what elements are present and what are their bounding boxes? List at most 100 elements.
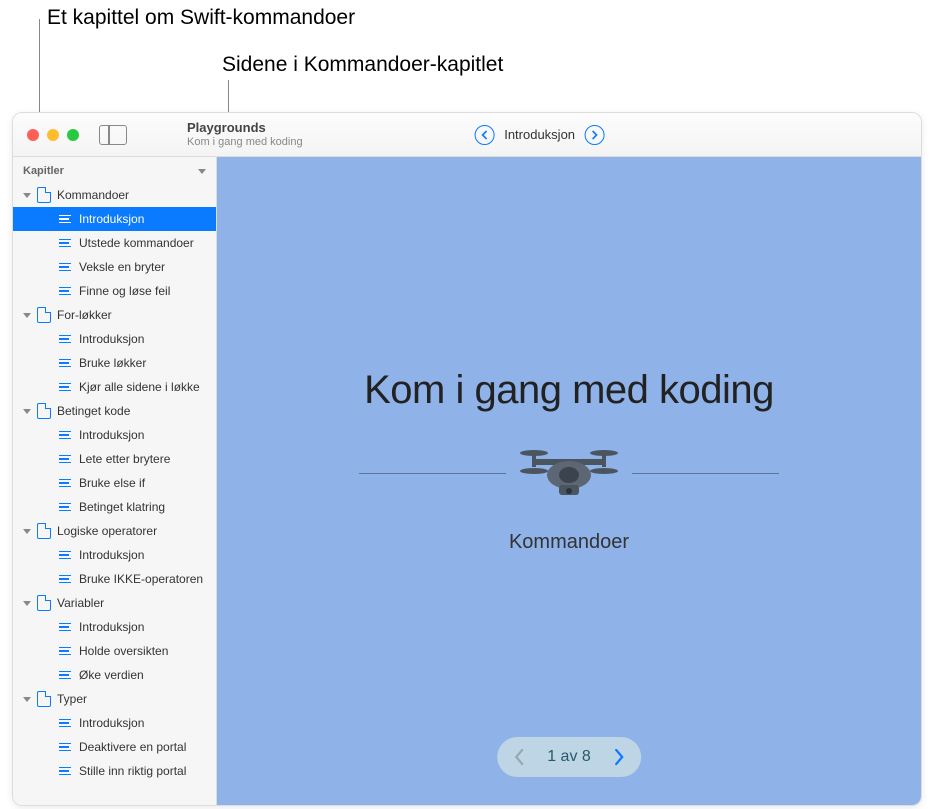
pager-text: 1 av 8 [543, 748, 595, 766]
page-title: Bruke IKKE-operatoren [79, 572, 203, 586]
nav-current-title: Introduksjon [504, 127, 575, 142]
page-title: Introduksjon [79, 212, 144, 226]
page-title: Introduksjon [79, 428, 144, 442]
page-title: Introduksjon [79, 716, 144, 730]
top-nav: Introduksjon [474, 125, 605, 145]
page-row[interactable]: Introduksjon [13, 615, 216, 639]
callout-chapter-text: Et kapittel om Swift-kommandoer [47, 6, 355, 30]
page-icon [59, 263, 71, 272]
chapter-title: Betinget kode [57, 404, 130, 418]
toolbar: Playgrounds Kom i gang med koding Introd… [13, 113, 921, 157]
page-icon [59, 503, 71, 512]
chapter-row[interactable]: Typer [13, 687, 216, 711]
page-title: Bruke else if [79, 476, 145, 490]
pager-prev-button[interactable] [505, 743, 533, 771]
fullscreen-window-button[interactable] [67, 129, 79, 141]
chapter-icon [37, 595, 51, 611]
page-row[interactable]: Introduksjon [13, 327, 216, 351]
page-title: Introduksjon [79, 548, 144, 562]
close-window-button[interactable] [27, 129, 39, 141]
page-row[interactable]: Utstede kommandoer [13, 231, 216, 255]
app-subtitle: Kom i gang med koding [187, 136, 303, 149]
page-row[interactable]: Deaktivere en portal [13, 735, 216, 759]
chapter-icon [37, 187, 51, 203]
chapter-row[interactable]: Variabler [13, 591, 216, 615]
sidebar-header-label: Kapitler [23, 165, 64, 177]
nav-next-button[interactable] [585, 125, 605, 145]
page-row[interactable]: Introduksjon [13, 543, 216, 567]
pager: 1 av 8 [497, 737, 641, 777]
chapter-title: Logiske operatorer [57, 524, 157, 538]
chapter-row[interactable]: Betinget kode [13, 399, 216, 423]
sidebar-toggle-button[interactable] [99, 125, 127, 145]
minimize-window-button[interactable] [47, 129, 59, 141]
chapter-row[interactable]: Logiske operatorer [13, 519, 216, 543]
page-title: Kjør alle sidene i løkke [79, 380, 200, 394]
divider-left [359, 473, 506, 474]
disclosure-triangle-icon [23, 529, 31, 534]
page-title: Betinget klatring [79, 500, 165, 514]
page-title: Holde oversikten [79, 644, 168, 658]
page-row[interactable]: Betinget klatring [13, 495, 216, 519]
page-icon [59, 623, 71, 632]
disclosure-triangle-icon [23, 313, 31, 318]
chapter-row[interactable]: For-løkker [13, 303, 216, 327]
disclosure-triangle-icon [23, 697, 31, 702]
page-icon [59, 575, 71, 584]
chevron-right-icon [592, 130, 599, 140]
page-row[interactable]: Holde oversikten [13, 639, 216, 663]
page-row[interactable]: Veksle en bryter [13, 255, 216, 279]
content-area: Kom i gang med koding [217, 157, 921, 805]
drone-icon [514, 443, 624, 503]
pager-next-button[interactable] [605, 743, 633, 771]
chapter-title: Variabler [57, 596, 104, 610]
page-icon [59, 479, 71, 488]
page-icon [59, 359, 71, 368]
divider-row [359, 443, 779, 503]
page-row[interactable]: Øke verdien [13, 663, 216, 687]
chapter-title: For-løkker [57, 308, 112, 322]
page-row[interactable]: Bruke else if [13, 471, 216, 495]
chapter-icon [37, 307, 51, 323]
chapter-icon [37, 403, 51, 419]
sidebar[interactable]: Kapitler Kommandoer Introduksjon Utstede… [13, 157, 217, 805]
page-row[interactable]: Lete etter brytere [13, 447, 216, 471]
page-title: Stille inn riktig portal [79, 764, 186, 778]
content-title: Kom i gang med koding [364, 368, 774, 413]
disclosure-triangle-icon [23, 193, 31, 198]
sidebar-tree: Kommandoer Introduksjon Utstede kommando… [13, 183, 216, 783]
sidebar-header[interactable]: Kapitler [13, 157, 216, 183]
disclosure-triangle-icon [23, 409, 31, 414]
page-row[interactable]: Introduksjon [13, 423, 216, 447]
page-title: Introduksjon [79, 332, 144, 346]
chapter-row[interactable]: Kommandoer [13, 183, 216, 207]
page-icon [59, 431, 71, 440]
page-icon [59, 551, 71, 560]
page-icon [59, 455, 71, 464]
page-row[interactable]: Finne og løse feil [13, 279, 216, 303]
chapter-title: Typer [57, 692, 87, 706]
window-controls [13, 129, 79, 141]
page-icon [59, 743, 71, 752]
page-icon [59, 383, 71, 392]
page-row[interactable]: Stille inn riktig portal [13, 759, 216, 783]
page-icon [59, 647, 71, 656]
disclosure-triangle-icon [23, 601, 31, 606]
page-row[interactable]: Introduksjon [13, 207, 216, 231]
chevron-down-icon [198, 169, 206, 174]
app-window: Playgrounds Kom i gang med koding Introd… [12, 112, 922, 806]
page-row[interactable]: Bruke IKKE-operatoren [13, 567, 216, 591]
page-title: Lete etter brytere [79, 452, 170, 466]
nav-prev-button[interactable] [474, 125, 494, 145]
page-title: Utstede kommandoer [79, 236, 194, 250]
chevron-left-icon [513, 748, 525, 766]
chevron-left-icon [481, 130, 488, 140]
titlebar-titles: Playgrounds Kom i gang med koding [187, 120, 303, 149]
page-title: Finne og løse feil [79, 284, 170, 298]
page-icon [59, 671, 71, 680]
page-title: Veksle en bryter [79, 260, 165, 274]
page-row[interactable]: Kjør alle sidene i løkke [13, 375, 216, 399]
page-row[interactable]: Bruke løkker [13, 351, 216, 375]
page-row[interactable]: Introduksjon [13, 711, 216, 735]
page-title: Deaktivere en portal [79, 740, 186, 754]
